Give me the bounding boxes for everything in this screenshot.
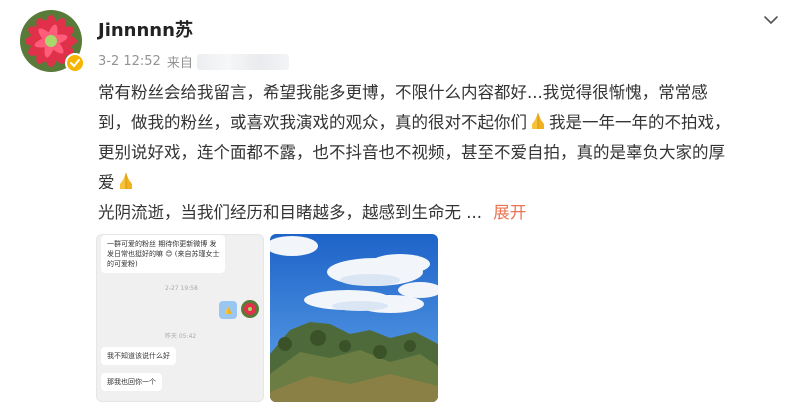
chat-message: 一群可爱的粉丝 期待你更新微博 发 发日常也挺好的嘛 😊 (来自苏瑾女士 的可爱…: [101, 235, 226, 273]
post-line: 到，做我的粉丝，或喜欢我演戏的观众，真的很对不起你们 我是一年一年的不拍戏，: [98, 113, 731, 132]
source-name-redacted: [196, 53, 289, 70]
post-line: 光阴流逝，当我们经历和目睹越多，越感到生命无 ... 展开: [98, 203, 527, 222]
folded-hands-emoji: [119, 173, 132, 189]
expand-link[interactable]: 展开: [493, 203, 526, 222]
timestamp[interactable]: 3-2 12:52: [98, 54, 161, 69]
verified-badge-icon: [65, 53, 85, 73]
folded-hands-emoji: [532, 113, 544, 129]
image-thumbnail-landscape[interactable]: [270, 234, 438, 402]
chat-time: 2-27 19:58: [165, 285, 198, 292]
folded-hands-emoji: [225, 306, 231, 314]
chat-message: 我不知道该说什么好: [101, 347, 176, 365]
post-line: 常有粉丝会给我留言，希望我能多更博，不限什么内容都好...我觉得很惭愧，常常感: [98, 83, 708, 102]
username[interactable]: Jinnnnn苏: [98, 16, 193, 42]
post-content: 常有粉丝会给我留言，希望我能多更博，不限什么内容都好...我觉得很惭愧，常常感 …: [98, 78, 790, 228]
chat-avatar: [241, 300, 259, 318]
image-thumbnail-chat[interactable]: 一群可爱的粉丝 期待你更新微博 发 发日常也挺好的嘛 😊 (来自苏瑾女士 的可爱…: [96, 234, 264, 402]
post-line: 更别说好戏，连个面都不露，也不抖音也不视频，甚至不爱自拍，真的是辜负大家的厚: [98, 143, 725, 162]
source-label: 来自: [166, 56, 193, 71]
post-meta: 3-2 12:52 来自: [98, 52, 289, 71]
chevron-down-icon[interactable]: [759, 8, 783, 32]
chat-time: 昨天 05:42: [165, 333, 197, 340]
landscape-photo: [270, 234, 438, 402]
chat-message: 那我也回你一个: [101, 373, 162, 391]
post-line: 爱: [98, 168, 790, 198]
